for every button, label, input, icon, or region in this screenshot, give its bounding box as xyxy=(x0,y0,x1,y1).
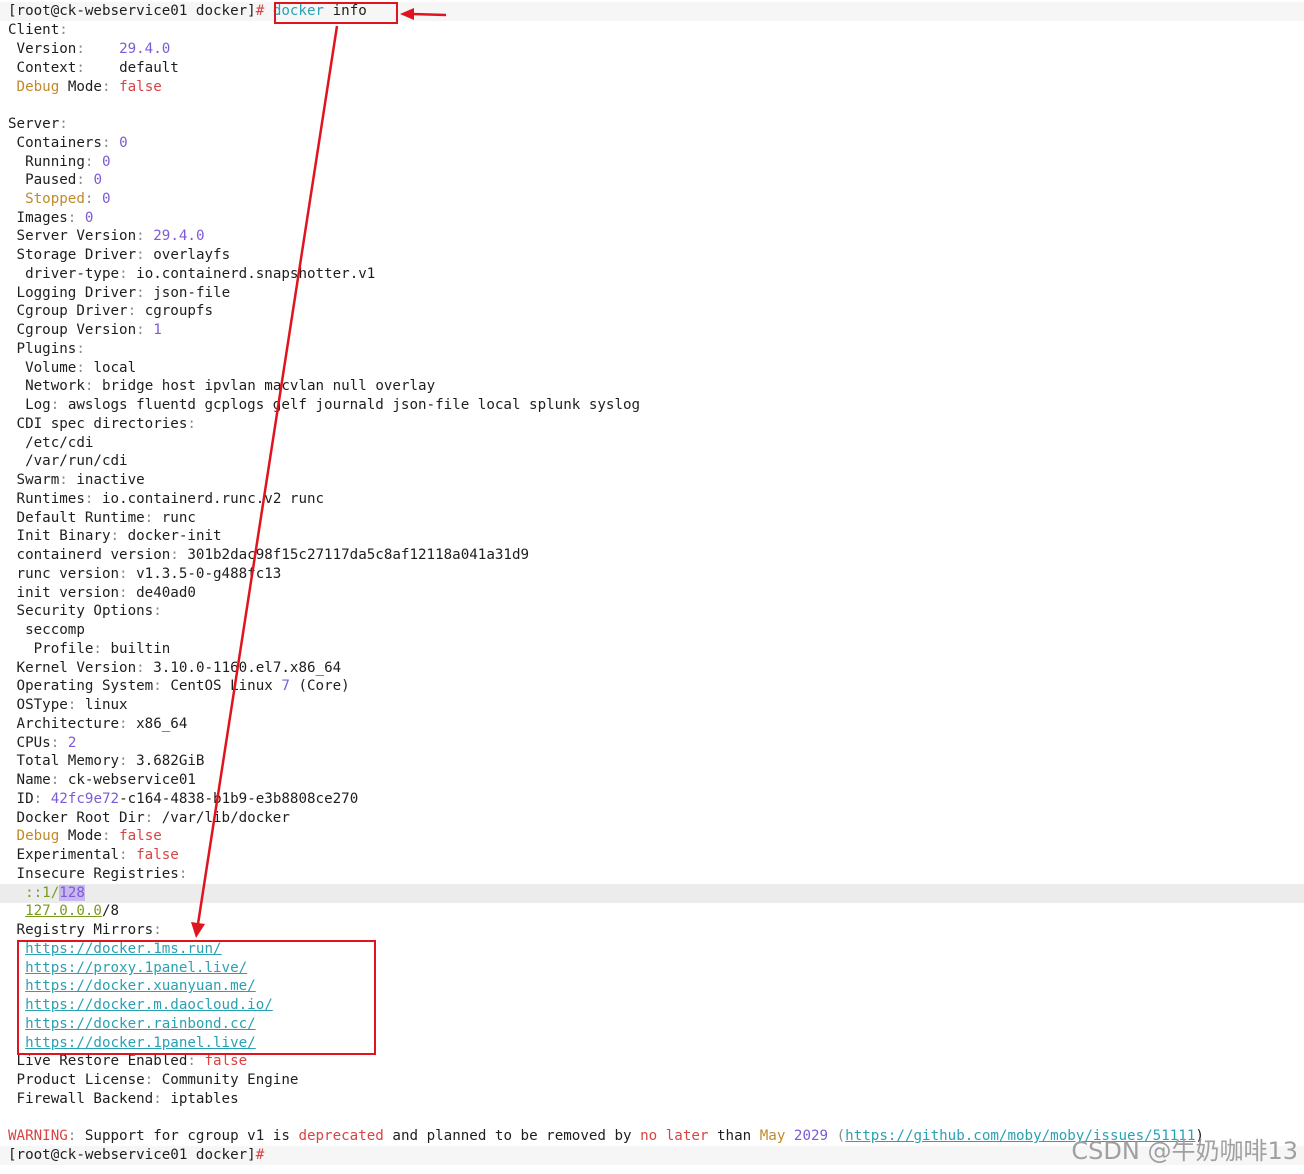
prompt-user: [root@ck-webservice01 docker] xyxy=(8,3,256,19)
running-row: Running: 0 xyxy=(25,154,111,170)
ostype-row: OSType: linux xyxy=(16,697,128,713)
security-options-row: Security Options: xyxy=(16,603,162,619)
experimental-row: Experimental: false xyxy=(16,847,179,863)
network-row: Network: bridge host ipvlan macvlan null… xyxy=(25,378,436,394)
prompt-line: [root@ck-webservice01 docker]# docker in… xyxy=(8,2,367,21)
mirror-link-1[interactable]: https://docker.1ms.run/ xyxy=(8,940,221,959)
registry-mirrors-row: Registry Mirrors: xyxy=(16,922,162,938)
containerd-version-row: containerd version: 301b2dac98f15c27117d… xyxy=(16,547,530,563)
paused-row: Paused: 0 xyxy=(25,172,102,188)
name-row: Name: ck-webservice01 xyxy=(16,772,196,788)
terminal-window[interactable]: [root@ck-webservice01 docker]# docker in… xyxy=(0,0,1304,1174)
root-dir-row: Docker Root Dir: /var/lib/docker xyxy=(16,810,290,826)
cgroup-version-row: Cgroup Version: 1 xyxy=(16,322,162,338)
swarm-row: Swarm: inactive xyxy=(16,472,145,488)
plugins-row: Plugins: xyxy=(16,341,85,357)
insecure-registries-row: Insecure Registries: xyxy=(16,866,188,882)
id-row: ID: 42fc9e72-c164-4838-b1b9-e3b8808ce270 xyxy=(16,791,359,807)
default-runtime-row: Default Runtime: runc xyxy=(16,510,196,526)
stopped-row: Stopped: 0 xyxy=(25,191,111,207)
prompt-symbol: # xyxy=(255,3,265,19)
profile-row: Profile: builtin xyxy=(33,641,171,657)
server-debug-row: Debug Mode: false xyxy=(16,828,162,844)
runc-version-row: runc version: v1.3.5-0-g488fc13 xyxy=(16,566,282,582)
mirror-link-3[interactable]: https://docker.xuanyuan.me/ xyxy=(8,977,256,996)
seccomp-row: seccomp xyxy=(25,622,85,638)
init-version-row: init version: de40ad0 xyxy=(16,585,196,601)
kernel-row: Kernel Version: 3.10.0-1160.el7.x86_64 xyxy=(16,660,342,676)
command-docker: docker xyxy=(272,3,325,19)
cdi-item-2: /var/run/cdi xyxy=(25,453,128,469)
server-version-row: Server Version: 29.4.0 xyxy=(16,228,205,244)
cgroup-driver-row: Cgroup Driver: cgroupfs xyxy=(16,303,214,319)
runtimes-row: Runtimes: io.containerd.runc.v2 runc xyxy=(16,491,325,507)
mirror-link-6[interactable]: https://docker.1panel.live/ xyxy=(8,1034,256,1053)
client-context-row: Context: default xyxy=(16,60,179,76)
architecture-row: Architecture: x86_64 xyxy=(16,716,188,732)
server-header: Server: xyxy=(8,116,68,132)
images-row: Images: 0 xyxy=(16,210,94,226)
containers-row: Containers: 0 xyxy=(16,135,128,151)
product-license-row: Product License: Community Engine xyxy=(16,1072,299,1088)
warning-line: WARNING: Support for cgroup v1 is deprec… xyxy=(8,1128,1204,1144)
log-row: Log: awslogs fluentd gcplogs gelf journa… xyxy=(25,397,641,413)
client-header: Client: xyxy=(8,22,68,38)
cursor-line-highlight xyxy=(0,884,1304,903)
cdi-row: CDI spec directories: xyxy=(16,416,196,432)
command-info: info xyxy=(332,3,367,19)
logging-driver-row: Logging Driver: json-file xyxy=(16,285,231,301)
mirror-link-4[interactable]: https://docker.m.daocloud.io/ xyxy=(8,996,273,1015)
live-restore-row: Live Restore Enabled: false xyxy=(16,1053,248,1069)
insecure-item-1: ::1/128 xyxy=(25,885,85,901)
init-binary-row: Init Binary: docker-init xyxy=(16,528,222,544)
driver-type-row: driver-type: io.containerd.snapshotter.v… xyxy=(25,266,376,282)
volume-row: Volume: local xyxy=(25,360,137,376)
mirror-link-5[interactable]: https://docker.rainbond.cc/ xyxy=(8,1015,256,1034)
mirror-link-2[interactable]: https://proxy.1panel.live/ xyxy=(8,959,247,978)
client-version-row: Version: 29.4.0 xyxy=(16,41,171,57)
memory-row: Total Memory: 3.682GiB xyxy=(16,753,205,769)
cdi-item-1: /etc/cdi xyxy=(25,435,94,451)
warning-link[interactable]: https://github.com/moby/moby/issues/5111… xyxy=(845,1128,1195,1144)
firewall-row: Firewall Backend: iptables xyxy=(16,1091,239,1107)
client-debug-row: Debug Mode: false xyxy=(16,79,162,95)
final-prompt[interactable]: [root@ck-webservice01 docker]# xyxy=(8,1146,264,1165)
cpus-row: CPUs: 2 xyxy=(16,735,77,751)
insecure-item-2: 127.0.0.0/8 xyxy=(25,903,120,919)
os-row: Operating System: CentOS Linux 7 (Core) xyxy=(16,678,350,694)
storage-driver-row: Storage Driver: overlayfs xyxy=(16,247,231,263)
